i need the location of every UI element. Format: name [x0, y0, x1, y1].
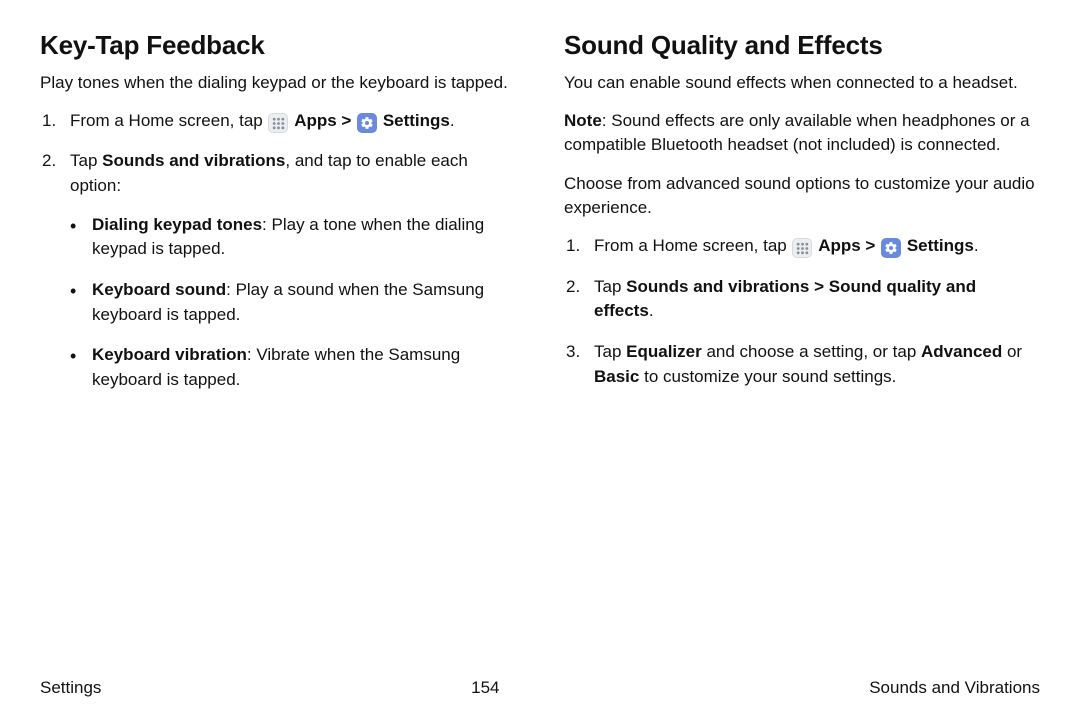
intro-right: You can enable sound effects when connec… [564, 71, 1040, 95]
page-footer: Settings 154 Sounds and Vibrations [40, 678, 1040, 698]
right-step-2: Tap Sounds and vibrations > Sound qualit… [564, 275, 1040, 324]
b2b: Keyboard sound [92, 280, 226, 299]
left-column: Key-Tap Feedback Play tones when the dia… [40, 30, 516, 409]
rs3g: to customize your sound settings. [639, 367, 896, 386]
rs3b: Equalizer [626, 342, 702, 361]
intro-left: Play tones when the dialing keypad or th… [40, 71, 516, 95]
rs3e: or [1002, 342, 1022, 361]
sep: > [337, 111, 356, 130]
bullet-keyboard-vibration: Keyboard vibration: Vibrate when the Sam… [70, 343, 516, 392]
settings-label: Settings [907, 236, 974, 255]
footer-left: Settings [40, 678, 101, 698]
step1-pre: From a Home screen, tap [70, 111, 267, 130]
rs3f: Basic [594, 367, 639, 386]
rs2c: . [649, 301, 654, 320]
settings-icon [881, 238, 901, 258]
b1b: Dialing keypad tones [92, 215, 262, 234]
apps-label: Apps [294, 111, 337, 130]
note-block: Note: Sound effects are only available w… [564, 109, 1040, 157]
bullet-dialing: Dialing keypad tones: Play a tone when t… [70, 213, 516, 262]
rs3c: and choose a setting, or tap [702, 342, 921, 361]
settings-icon [357, 113, 377, 133]
apps-label: Apps [818, 236, 861, 255]
s2b: Sounds and vibrations [102, 151, 285, 170]
note-t: : Sound effects are only available when … [564, 111, 1030, 154]
footer-right: Sounds and Vibrations [869, 678, 1040, 698]
b3b: Keyboard vibration [92, 345, 247, 364]
left-step-1: From a Home screen, tap Apps > Settings. [40, 109, 516, 134]
right-step-3: Tap Equalizer and choose a setting, or t… [564, 340, 1040, 389]
heading-sound-quality: Sound Quality and Effects [564, 30, 1040, 61]
settings-label: Settings [383, 111, 450, 130]
choose-text: Choose from advanced sound options to cu… [564, 172, 1040, 220]
right-column: Sound Quality and Effects You can enable… [564, 30, 1040, 409]
s2a: Tap [70, 151, 102, 170]
right-step-1: From a Home screen, tap Apps > Settings. [564, 234, 1040, 259]
rstep1-pre: From a Home screen, tap [594, 236, 791, 255]
rs3a: Tap [594, 342, 626, 361]
rs3d: Advanced [921, 342, 1002, 361]
apps-icon [268, 113, 288, 133]
footer-page-number: 154 [471, 678, 499, 698]
left-step-2: Tap Sounds and vibrations, and tap to en… [40, 149, 516, 392]
apps-icon [792, 238, 812, 258]
rs2a: Tap [594, 277, 626, 296]
sep: > [861, 236, 880, 255]
note-b: Note [564, 111, 602, 130]
heading-key-tap: Key-Tap Feedback [40, 30, 516, 61]
bullet-keyboard-sound: Keyboard sound: Play a sound when the Sa… [70, 278, 516, 327]
